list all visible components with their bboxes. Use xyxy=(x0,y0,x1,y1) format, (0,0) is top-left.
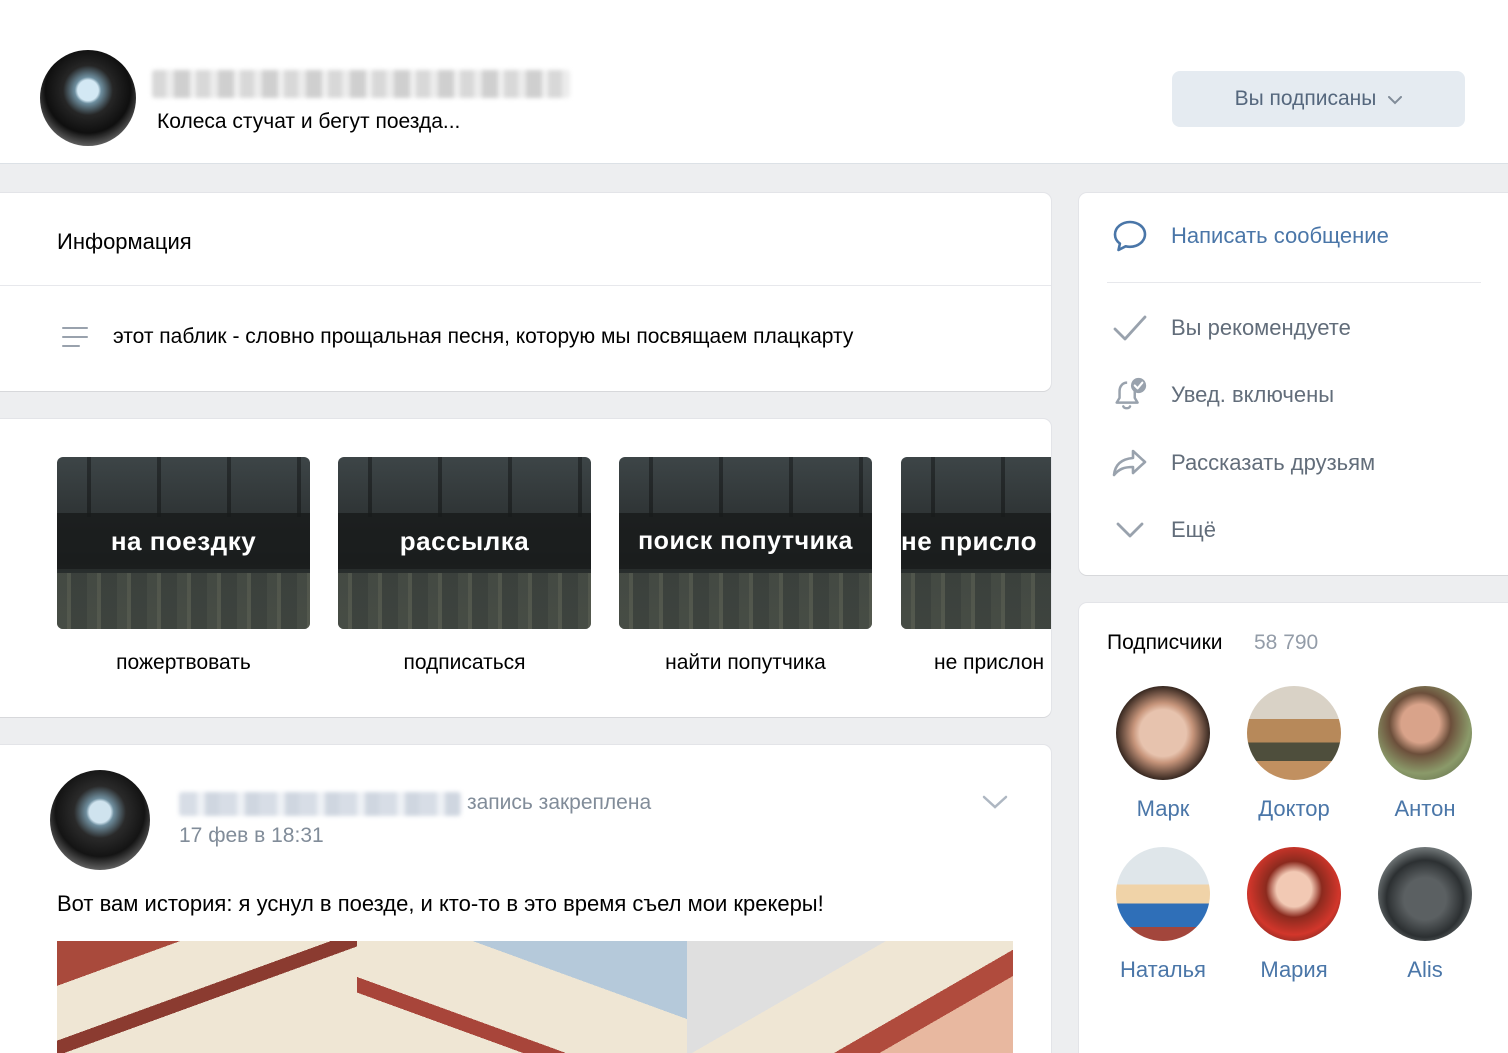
write-message-label: Написать сообщение xyxy=(1171,223,1389,248)
avatar xyxy=(1378,686,1472,780)
bell-check-icon xyxy=(1111,376,1149,414)
subscriber-item[interactable]: Марк xyxy=(1108,686,1218,822)
more-label: Ещё xyxy=(1171,517,1217,542)
share-label: Рассказать друзьям xyxy=(1171,450,1376,475)
link-item-subscribe[interactable]: рассылка подписаться xyxy=(338,457,591,675)
checkmark-icon xyxy=(1111,309,1149,347)
recommend-label: Вы рекомендуете xyxy=(1171,315,1351,340)
link-thumbnail-text: рассылка xyxy=(338,513,591,569)
subscriber-name: Alis xyxy=(1407,957,1443,982)
more-button[interactable]: Ещё xyxy=(1079,508,1499,552)
subscriber-item[interactable]: Мария xyxy=(1239,847,1349,983)
post-author-avatar[interactable] xyxy=(50,770,150,870)
chevron-down-icon xyxy=(1111,511,1149,549)
post-pinned-label: запись закреплена xyxy=(467,791,652,814)
link-thumbnail-text: поиск попутчика xyxy=(619,513,872,569)
link-thumbnail-text: не присло xyxy=(901,513,1051,569)
info-description: этот паблик - словно прощальная песня, к… xyxy=(113,325,854,348)
subscriber-name: Антон xyxy=(1394,796,1456,821)
community-header: Колеса стучат и бегут поезда... Вы подпи… xyxy=(0,0,1508,164)
link-label: найти попутчика xyxy=(665,651,826,674)
actions-card: Написать сообщение Вы рекомендуете Увед.… xyxy=(1079,193,1508,575)
links-card: на поездку пожертвовать рассылка подписа… xyxy=(0,419,1051,717)
avatar xyxy=(1116,686,1210,780)
link-thumbnail-text: на поездку xyxy=(57,513,310,569)
link-thumbnail: на поездку xyxy=(57,457,310,629)
post-menu-chevron-icon[interactable] xyxy=(982,795,1008,809)
subscribed-button-label: Вы подписаны xyxy=(1234,87,1377,110)
recommend-button[interactable]: Вы рекомендуете xyxy=(1079,306,1499,350)
info-card: Информация этот паблик - словно прощальн… xyxy=(0,193,1051,391)
link-thumbnail: не присло xyxy=(901,457,1051,629)
divider xyxy=(0,285,1051,286)
link-label: пожертвовать xyxy=(116,651,251,674)
post-date[interactable]: 17 фев в 18:31 xyxy=(179,824,324,848)
avatar xyxy=(1247,686,1341,780)
chevron-down-icon xyxy=(1388,95,1403,104)
subscribers-count: 58 790 xyxy=(1254,631,1319,654)
subscribers-card: Подписчики 58 790 Марк Доктор Антон Ната… xyxy=(1079,603,1508,1053)
subscriber-item[interactable]: Alis xyxy=(1370,847,1480,983)
community-status: Колеса стучат и бегут поезда... xyxy=(157,110,461,133)
link-thumbnail: рассылка xyxy=(338,457,591,629)
link-item-donate[interactable]: на поездку пожертвовать xyxy=(57,457,310,675)
pinned-post: запись закреплена 17 фев в 18:31 Вот вам… xyxy=(0,745,1051,1053)
post-text: Вот вам история: я уснул в поезде, и кто… xyxy=(57,891,824,916)
subscriber-item[interactable]: Наталья xyxy=(1108,847,1218,983)
avatar xyxy=(1378,847,1472,941)
avatar xyxy=(1116,847,1210,941)
link-label: не прислон xyxy=(934,651,1045,674)
avatar xyxy=(1247,847,1341,941)
community-avatar[interactable] xyxy=(40,50,136,146)
subscriber-name: Наталья xyxy=(1120,957,1206,982)
link-item-dont-lean[interactable]: не присло не прислон xyxy=(901,457,1051,675)
write-message-button[interactable]: Написать сообщение xyxy=(1079,214,1499,258)
subscriber-item[interactable]: Доктор xyxy=(1239,686,1349,822)
post-image[interactable] xyxy=(57,941,1013,1053)
subscribed-button[interactable]: Вы подписаны xyxy=(1172,71,1465,127)
link-item-find-companion[interactable]: поиск попутчика найти попутчика xyxy=(619,457,872,675)
subscriber-name: Мария xyxy=(1260,957,1328,982)
info-title: Информация xyxy=(57,229,192,254)
link-label: подписаться xyxy=(403,651,526,674)
description-icon xyxy=(62,327,88,349)
post-author-name-blurred[interactable] xyxy=(179,792,461,816)
divider xyxy=(1107,282,1481,283)
link-thumbnail: поиск попутчика xyxy=(619,457,872,629)
notifications-button[interactable]: Увед. включены xyxy=(1079,373,1499,417)
subscribers-title[interactable]: Подписчики xyxy=(1107,631,1223,655)
share-button[interactable]: Рассказать друзьям xyxy=(1079,441,1499,485)
subscriber-name: Марк xyxy=(1136,796,1190,821)
subscriber-item[interactable]: Антон xyxy=(1370,686,1480,822)
notifications-label: Увед. включены xyxy=(1171,382,1335,407)
share-arrow-icon xyxy=(1111,444,1149,482)
message-bubble-icon xyxy=(1111,217,1149,255)
community-name-blurred xyxy=(152,70,570,98)
subscriber-name: Доктор xyxy=(1258,796,1330,821)
